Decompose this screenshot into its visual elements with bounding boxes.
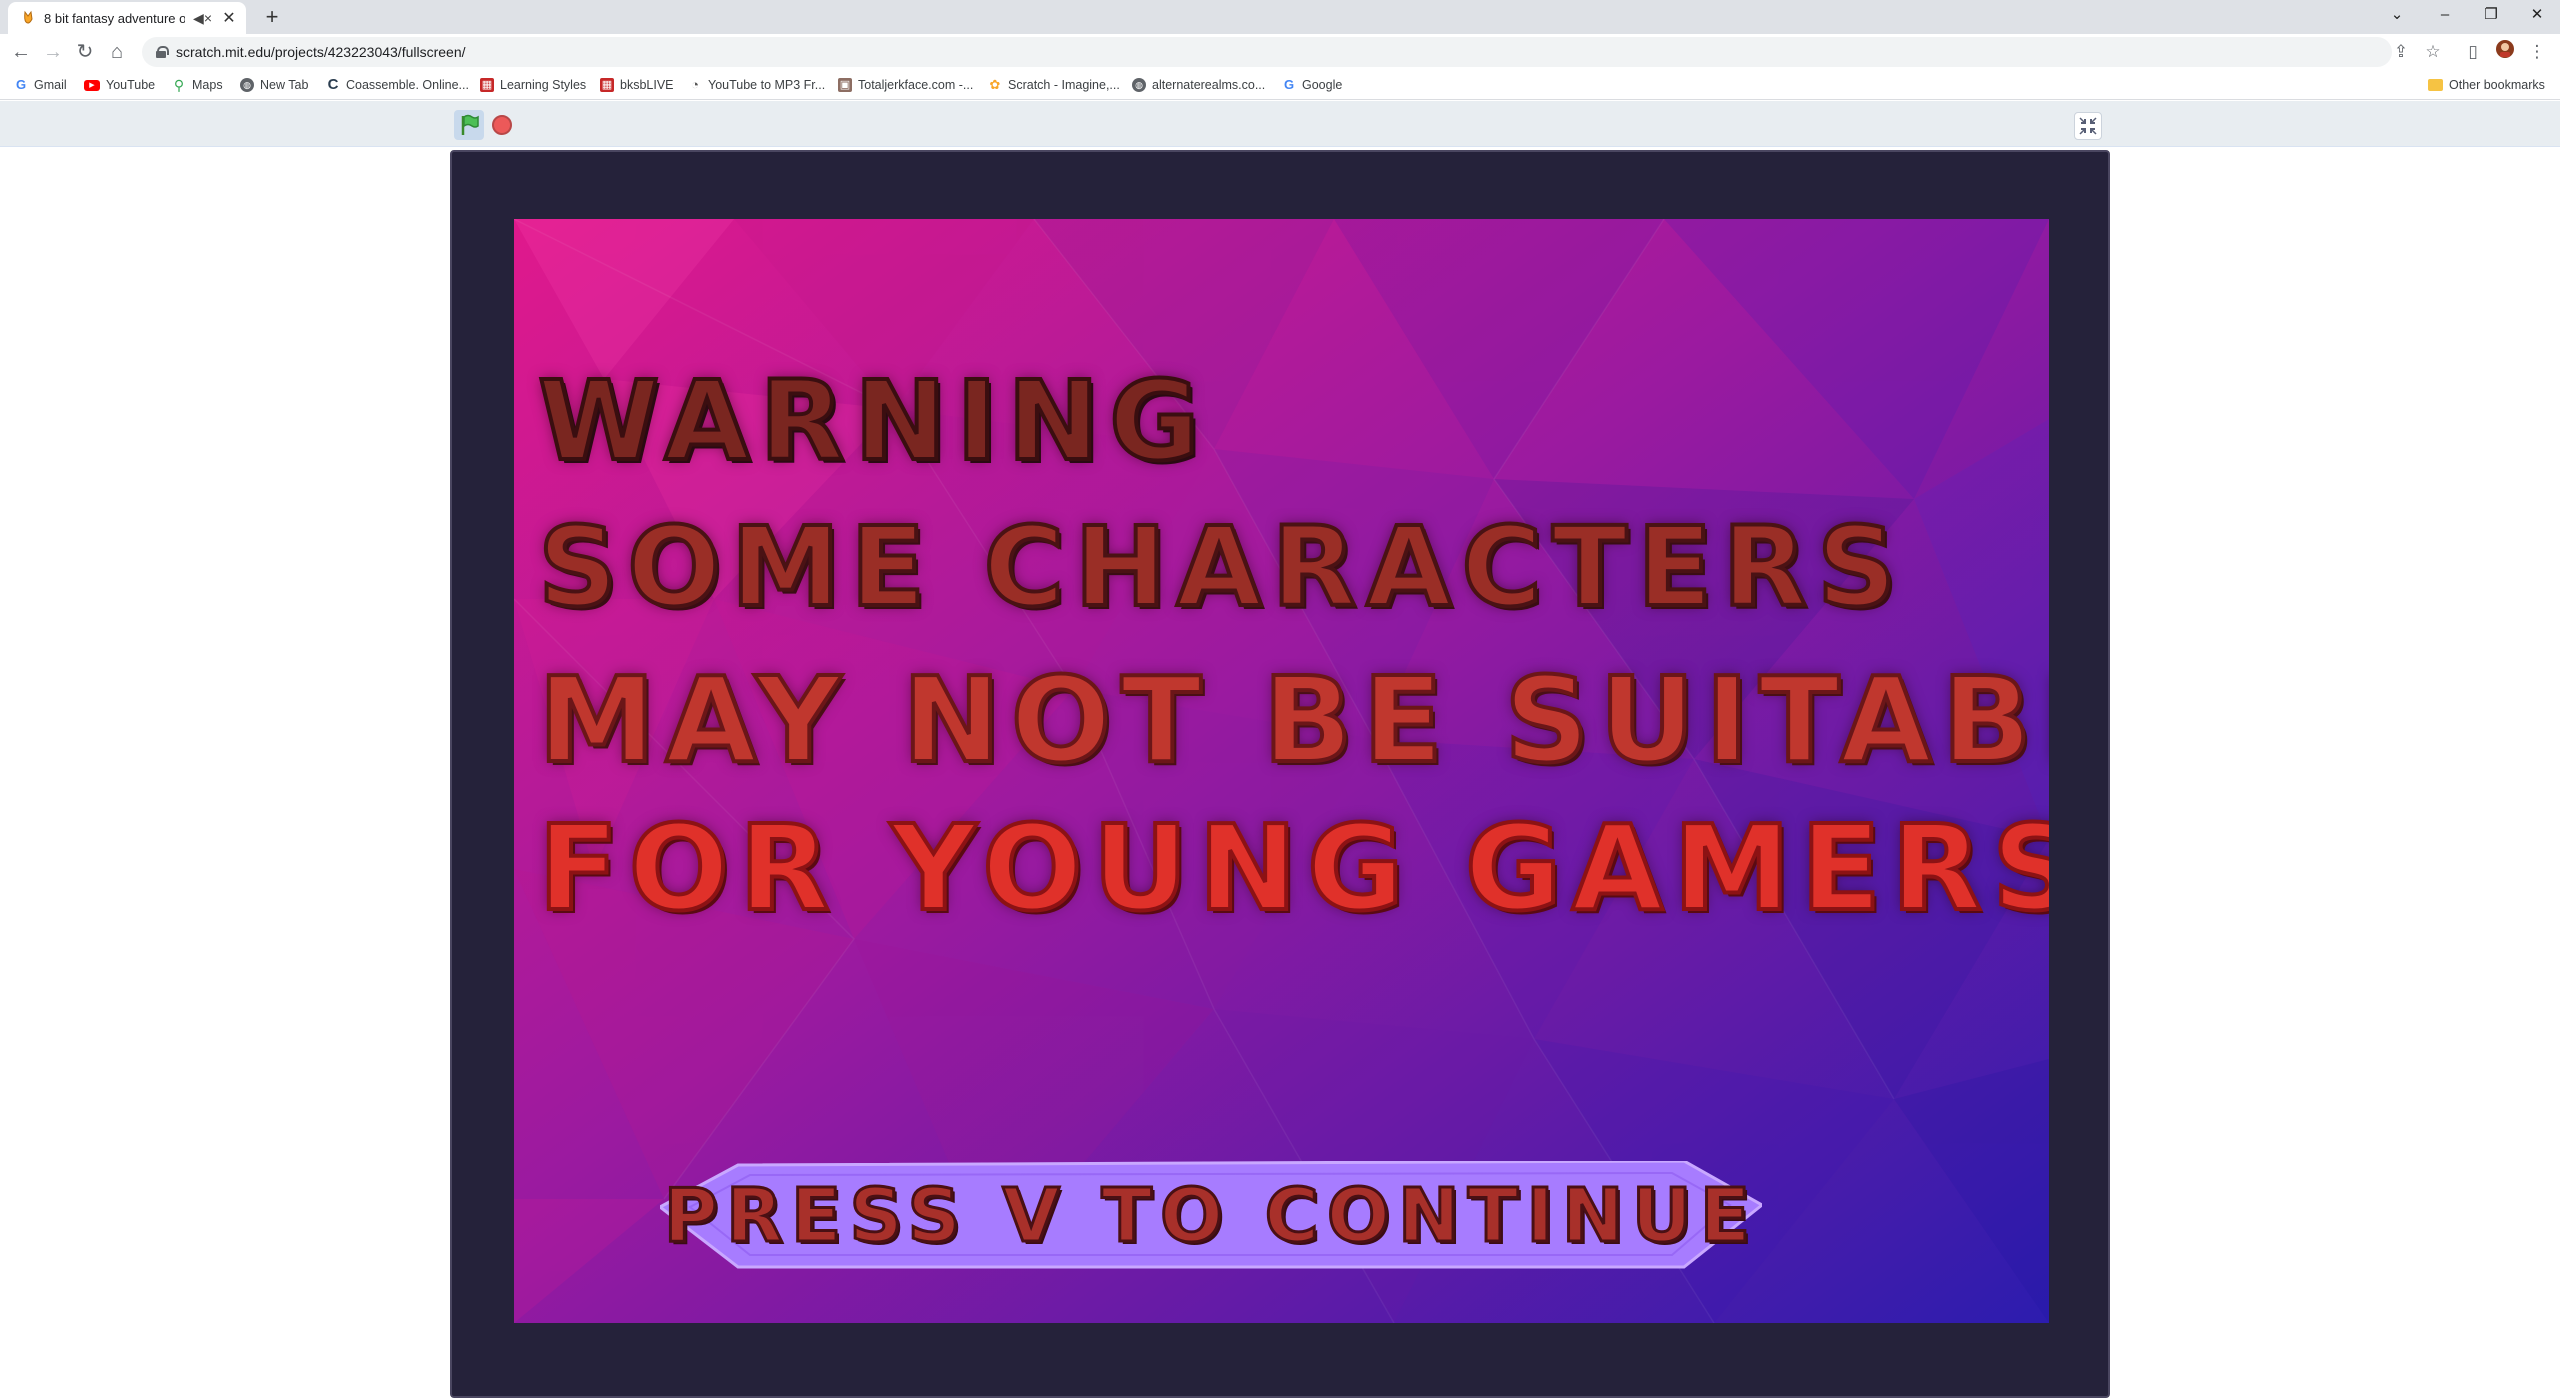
bookmark-new-tab[interactable]: ◍ New Tab [240,75,308,95]
side-panel-icon[interactable]: ▯ [2460,39,2486,65]
grid-icon: ▦ [480,78,494,92]
menu-dots-icon[interactable]: ⋮ [2524,39,2550,65]
globe-icon: ◍ [240,78,254,92]
back-icon[interactable]: ← [8,39,34,65]
green-flag-icon [461,114,479,135]
other-bookmarks-label: Other bookmarks [2449,78,2545,92]
url-text[interactable]: scratch.mit.edu/projects/423223043/fulls… [176,44,466,60]
bookmark-label: Learning Styles [500,78,587,92]
maps-icon: ⚲ [173,77,185,93]
bookmark-star-icon[interactable]: ☆ [2420,39,2446,65]
scratch-cat-icon [24,10,33,24]
share-icon[interactable]: ⇪ [2388,39,2414,65]
green-flag-button[interactable] [454,110,484,140]
exit-fullscreen-button[interactable] [2074,112,2102,140]
bookmark-label: alternaterealms.co... [1152,78,1266,92]
bookmark-label: Coassemble. Online... [346,78,469,92]
warning-title: WARNING [536,355,1210,487]
tab-strip: 8 bit fantasy adventure on S ◀× ✕ + ⌄ – … [0,0,2560,34]
bookmark-youtube[interactable]: ▶ YouTube [84,75,155,95]
address-bar[interactable]: scratch.mit.edu/projects/423223043/fulls… [142,37,2392,67]
bookmark-label: Google [1302,78,1343,92]
bookmark-label: New Tab [260,78,309,92]
game-stage[interactable]: WARNING SOME CHARACTERS MAY NOT BE SUITA… [514,219,2049,1323]
bookmarks-bar: G Gmail ▶ YouTube ⚲ Maps ◍ New Tab C Coa… [0,70,2560,100]
bookmark-label: YouTube [106,78,156,92]
reload-icon[interactable]: ↻ [72,39,98,65]
home-icon[interactable]: ⌂ [104,39,130,65]
stage-frame: WARNING SOME CHARACTERS MAY NOT BE SUITA… [450,150,2110,1398]
bookmark-label: YouTube to MP3 Fr... [708,78,826,92]
bookmark-label: Totaljerkface.com -... [858,78,974,92]
tab-search-icon[interactable]: ⌄ [2374,0,2420,30]
tab-title: 8 bit fantasy adventure on S [44,10,186,26]
gmail-icon: G [15,77,27,92]
restore-icon[interactable]: ❐ [2468,0,2514,30]
bookmark-gmail[interactable]: G Gmail [14,75,67,95]
scratch-icon: ✿ [989,77,1001,92]
forward-icon[interactable]: → [40,39,66,65]
bookmark-label: bksbLIVE [620,78,674,92]
bookmark-learning-styles[interactable]: ▦ Learning Styles [480,75,586,95]
totaljerkface-icon: ▣ [838,78,852,92]
browser-toolbar: ← → ↻ ⌂ scratch.mit.edu/projects/4232230… [0,34,2560,70]
minimize-icon[interactable]: – [2422,0,2468,30]
google-icon: G [1283,77,1295,92]
browser-tab[interactable]: 8 bit fantasy adventure on S ◀× ✕ [8,2,246,34]
close-tab-icon[interactable]: ✕ [220,8,238,28]
warning-line: FOR YOUNG GAMERS [536,797,2049,939]
converter-icon: ◔ [691,77,699,92]
bookmark-coassemble[interactable]: C Coassemble. Online... [326,75,469,95]
continue-prompt: PRESS V TO CONTINUE [662,1172,1759,1261]
bookmark-label: Maps [192,78,223,92]
profile-avatar[interactable] [2492,39,2518,65]
bookmark-label: Gmail [34,78,67,92]
lock-icon[interactable] [156,46,169,58]
player-controls-bar [0,101,2560,147]
stop-button[interactable] [492,115,512,135]
bookmark-totaljerkface[interactable]: ▣ Totaljerkface.com -... [838,75,973,95]
warning-line: MAY NOT BE SUITABLE [536,649,2049,791]
bookmark-youtube-mp3[interactable]: ◔ YouTube to MP3 Fr... [688,75,825,95]
globe-icon: ◍ [1132,78,1146,92]
exit-fullscreen-icon [2079,117,2097,135]
close-window-icon[interactable]: ✕ [2514,0,2560,30]
bookmark-label: Scratch - Imagine,... [1008,78,1120,92]
youtube-icon: ▶ [84,79,100,91]
warning-line: SOME CHARACTERS [536,501,1907,633]
bookmark-maps[interactable]: ⚲ Maps [172,75,223,95]
other-bookmarks[interactable]: Other bookmarks [2428,75,2545,95]
new-tab-icon[interactable]: + [258,4,286,32]
bookmark-alternaterealms[interactable]: ◍ alternaterealms.co... [1132,75,1265,95]
bookmark-bksblive[interactable]: ▦ bksbLIVE [600,75,674,95]
folder-icon [2428,79,2443,91]
coassemble-icon: C [327,76,339,93]
grid-icon: ▦ [600,78,614,92]
bookmark-google[interactable]: G Google [1282,75,1342,95]
speaker-muted-icon[interactable]: ◀× [193,10,212,27]
bookmark-scratch[interactable]: ✿ Scratch - Imagine,... [988,75,1120,95]
